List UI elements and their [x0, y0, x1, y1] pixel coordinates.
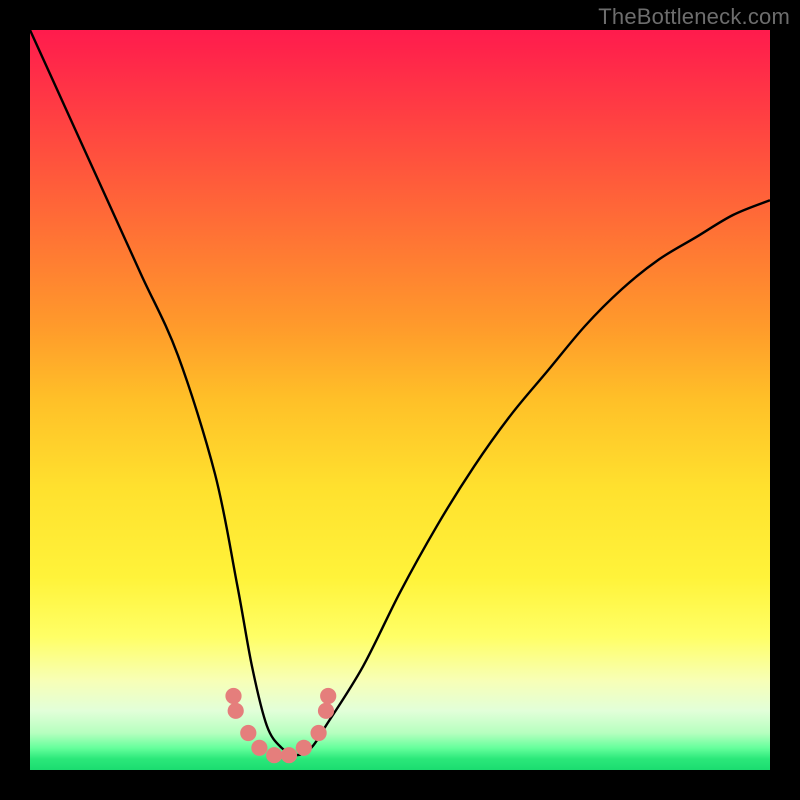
curve-marker: [320, 688, 336, 704]
bottleneck-curve-svg: [30, 30, 770, 770]
curve-marker: [228, 703, 244, 719]
chart-frame: TheBottleneck.com: [0, 0, 800, 800]
bottleneck-curve-path: [30, 30, 770, 755]
curve-marker: [266, 747, 282, 763]
curve-marker: [251, 740, 267, 756]
curve-marker: [296, 740, 312, 756]
curve-markers: [225, 688, 336, 763]
curve-marker: [311, 725, 327, 741]
curve-marker: [240, 725, 256, 741]
curve-marker: [318, 703, 334, 719]
curve-marker: [225, 688, 241, 704]
watermark-label: TheBottleneck.com: [598, 4, 790, 30]
chart-plot-area: [30, 30, 770, 770]
curve-marker: [281, 747, 297, 763]
